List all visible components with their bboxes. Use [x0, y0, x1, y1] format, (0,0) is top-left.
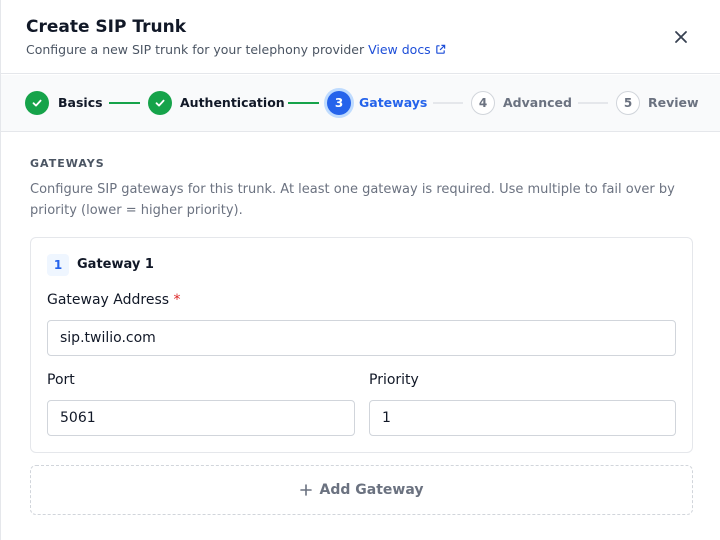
step-connector: [288, 102, 319, 104]
priority-input[interactable]: [369, 400, 676, 436]
dialog-subtitle-text: Configure a new SIP trunk for your telep…: [26, 42, 365, 57]
required-marker: *: [173, 292, 181, 308]
port-label: Port: [47, 372, 75, 388]
step-connector: [109, 102, 140, 104]
gateway-index-badge: 1: [47, 254, 69, 276]
check-icon: [155, 99, 165, 107]
dialog-title: Create SIP Trunk: [26, 17, 187, 37]
external-link-icon: [435, 44, 445, 54]
priority-label: Priority: [369, 372, 419, 388]
wizard-stepper: Basics Authentication 3 Gateways 4 Advan…: [1, 75, 720, 132]
step-1-complete-indicator[interactable]: [25, 91, 49, 115]
step-connector: [433, 102, 463, 104]
step-label-gateways[interactable]: Gateways: [359, 95, 427, 110]
gateway-address-label-text: Gateway Address: [47, 292, 170, 308]
dialog-header: Create SIP Trunk Configure a new SIP tru…: [1, 0, 720, 74]
step-2-complete-indicator[interactable]: [148, 91, 172, 115]
view-docs-label: View docs: [368, 42, 431, 57]
section-heading: GATEWAYS: [30, 157, 105, 170]
section-description: Configure SIP gateways for this trunk. A…: [30, 182, 675, 218]
close-button[interactable]: [669, 25, 693, 49]
plus-icon: [299, 484, 312, 496]
add-gateway-label: Add Gateway: [319, 482, 424, 498]
step-3-number[interactable]: 3: [327, 91, 351, 115]
close-icon: [675, 31, 687, 43]
create-sip-trunk-dialog: Create SIP Trunk Configure a new SIP tru…: [0, 0, 720, 540]
gateway-card-title: Gateway 1: [77, 257, 154, 272]
gateway-card: 1 Gateway 1 Gateway Address * Port Prior…: [30, 237, 693, 453]
step-connector: [578, 102, 608, 104]
step-5-number[interactable]: 5: [616, 91, 640, 115]
step-label-review[interactable]: Review: [648, 95, 699, 110]
port-input[interactable]: [47, 400, 355, 436]
view-docs-link[interactable]: View docs: [368, 42, 446, 57]
step-4-number[interactable]: 4: [471, 91, 495, 115]
gateway-address-input[interactable]: [47, 320, 676, 356]
gateway-address-label: Gateway Address *: [47, 292, 181, 308]
step-label-authentication[interactable]: Authentication: [180, 95, 285, 110]
dialog-subtitle: Configure a new SIP trunk for your telep…: [26, 42, 446, 57]
step-label-advanced[interactable]: Advanced: [503, 95, 572, 110]
step-label-basics[interactable]: Basics: [58, 95, 103, 110]
check-icon: [32, 99, 42, 107]
add-gateway-button[interactable]: Add Gateway: [30, 465, 693, 515]
